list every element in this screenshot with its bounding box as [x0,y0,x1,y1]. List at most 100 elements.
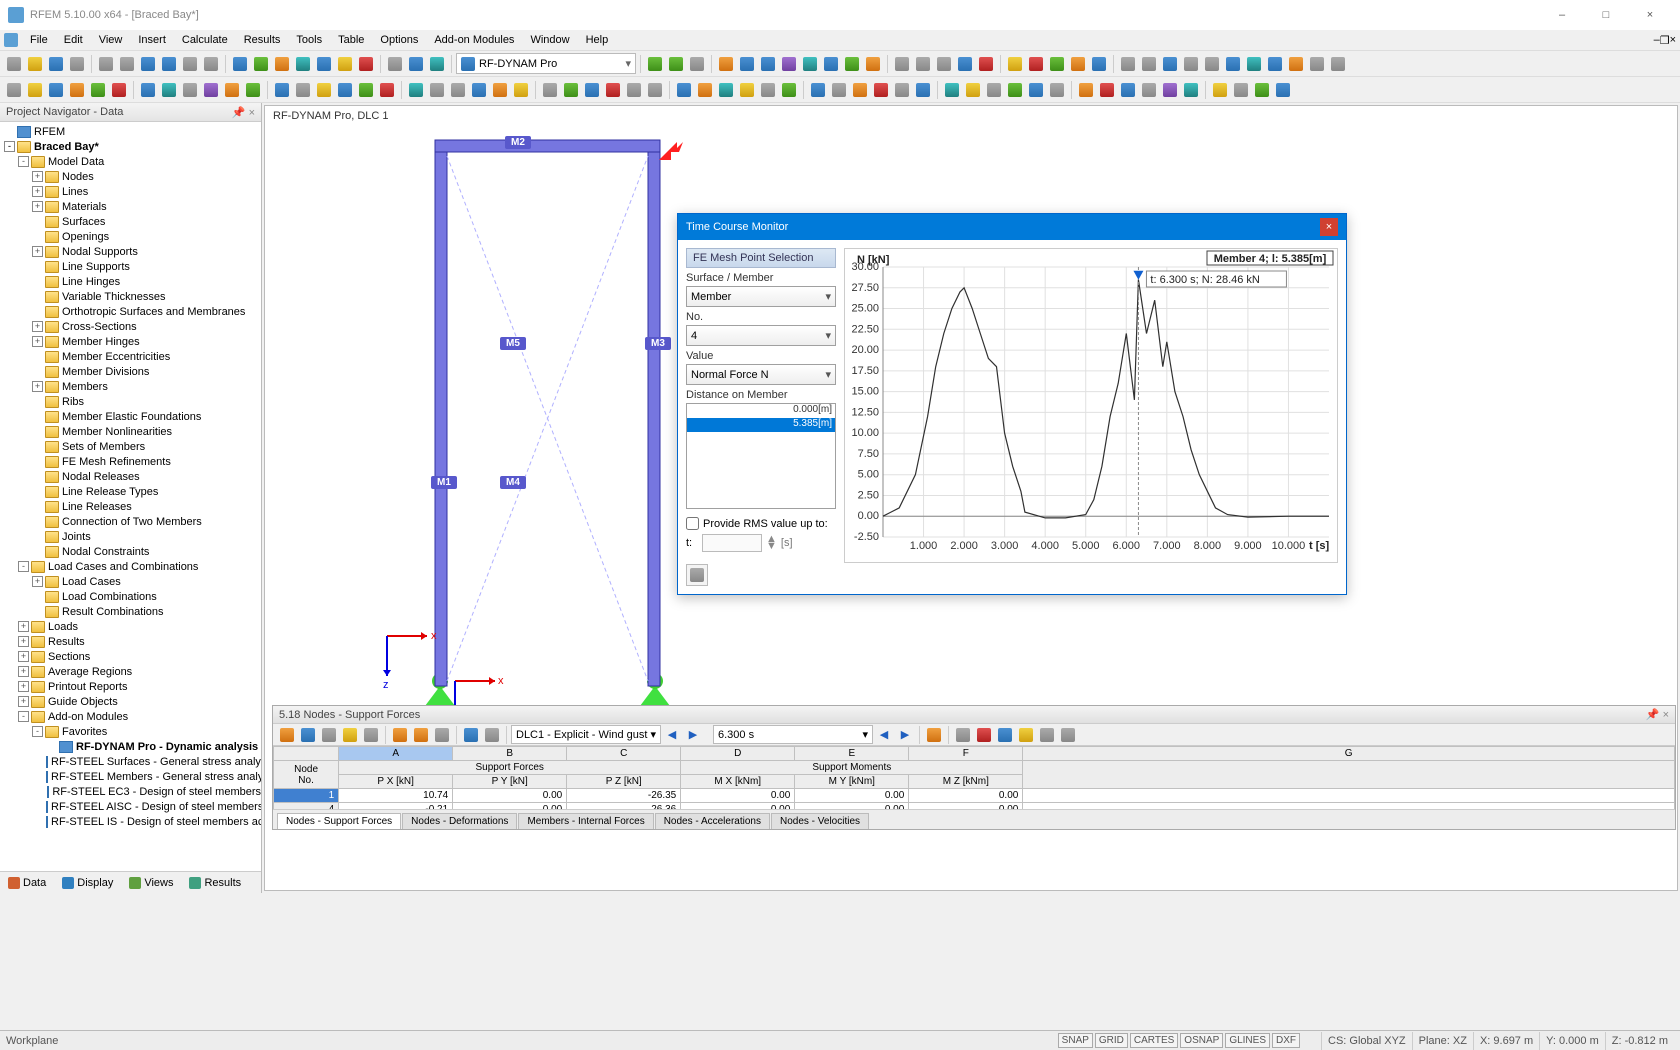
tb2-49-icon[interactable] [1097,80,1117,100]
tb2-13-icon[interactable] [293,80,313,100]
menu-view[interactable]: View [91,32,131,48]
v4-d-icon[interactable] [1181,54,1201,74]
value-combo[interactable]: Normal Force N▾ [686,364,836,385]
tree-load-2[interactable]: Result Combinations [0,604,261,619]
tt-1-icon[interactable] [277,725,297,745]
tb2-24-icon[interactable] [540,80,560,100]
no-combo[interactable]: 4▾ [686,325,836,346]
tb2-8-icon[interactable] [180,80,200,100]
minimize-button[interactable]: – [1540,1,1584,29]
surface-member-combo[interactable]: Member▾ [686,286,836,307]
menu-calculate[interactable]: Calculate [174,32,236,48]
tree-md-8[interactable]: Variable Thicknesses [0,289,261,304]
v3-c-icon[interactable] [1047,54,1067,74]
tree-md-21[interactable]: Line Release Types [0,484,261,499]
close-button[interactable]: × [1628,1,1672,29]
tb2-15-icon[interactable] [335,80,355,100]
prev-time-icon[interactable]: ◀ [874,725,894,745]
tree-model[interactable]: -Braced Bay* [0,139,261,154]
v3-b-icon[interactable] [1026,54,1046,74]
v4-j-icon[interactable] [1307,54,1327,74]
tree-md-11[interactable]: +Member Hinges [0,334,261,349]
v3-a-icon[interactable] [1005,54,1025,74]
table-pin-icon[interactable]: 📌 × [1646,708,1669,721]
tb2-22-icon[interactable] [490,80,510,100]
tb2-20-icon[interactable] [448,80,468,100]
open-icon[interactable] [25,54,45,74]
arrow-l-icon[interactable] [645,54,665,74]
v4-f-icon[interactable] [1223,54,1243,74]
tb2-36-icon[interactable] [808,80,828,100]
table-tab-3[interactable]: Nodes - Accelerations [655,813,770,829]
tb2-32-icon[interactable] [716,80,736,100]
menu-help[interactable]: Help [578,32,617,48]
pin-icon[interactable]: 📌 × [232,106,255,119]
tree-md-17[interactable]: Member Nonlinearities [0,424,261,439]
menu-insert[interactable]: Insert [130,32,174,48]
menu-window[interactable]: Window [522,32,577,48]
tree-load-1[interactable]: Load Combinations [0,589,261,604]
tt-4-icon[interactable] [340,725,360,745]
doc1-icon[interactable] [180,54,200,74]
tt-a-icon[interactable] [953,725,973,745]
tb2-39-icon[interactable] [871,80,891,100]
tree-md-24[interactable]: Joints [0,529,261,544]
mdi-restore-button[interactable]: ❐ [1660,34,1670,47]
tree-extra-5[interactable]: +Guide Objects [0,694,261,709]
tree-md-7[interactable]: Line Hinges [0,274,261,289]
tb2-33-icon[interactable] [737,80,757,100]
tree-md-22[interactable]: Line Releases [0,499,261,514]
tree-md-9[interactable]: Orthotropic Surfaces and Membranes [0,304,261,319]
distance-list[interactable]: 0.000[m] 5.385[m] [686,403,836,509]
tt-d-icon[interactable] [1016,725,1036,745]
tt-3-icon[interactable] [319,725,339,745]
doc2-icon[interactable] [201,54,221,74]
tree-md-14[interactable]: +Members [0,379,261,394]
tb2-25-icon[interactable] [561,80,581,100]
menu-table[interactable]: Table [330,32,372,48]
table-icon[interactable] [406,54,426,74]
tb2-14-icon[interactable] [314,80,334,100]
tb2-42-icon[interactable] [942,80,962,100]
menu-file[interactable]: File [22,32,56,48]
view-f-icon[interactable] [821,54,841,74]
mdi-close-button[interactable]: × [1670,34,1676,46]
tree-md-3[interactable]: Surfaces [0,214,261,229]
next-time-icon[interactable]: ▶ [895,725,915,745]
tb2-7-icon[interactable] [159,80,179,100]
tb2-55-icon[interactable] [1231,80,1251,100]
v4-c-icon[interactable] [1160,54,1180,74]
v4-h-icon[interactable] [1265,54,1285,74]
v4-e-icon[interactable] [1202,54,1222,74]
dialog-close-button[interactable]: × [1320,218,1338,236]
tb2-6-icon[interactable] [138,80,158,100]
tb2-2-icon[interactable] [46,80,66,100]
view-e-icon[interactable] [800,54,820,74]
tree-md-12[interactable]: Member Eccentricities [0,349,261,364]
v2-e-icon[interactable] [976,54,996,74]
tb2-10-icon[interactable] [222,80,242,100]
arrow-r-icon[interactable] [666,54,686,74]
tb2-45-icon[interactable] [1005,80,1025,100]
tb2-5-icon[interactable] [109,80,129,100]
tb2-3-icon[interactable] [67,80,87,100]
distance-item-1[interactable]: 5.385[m] [687,418,835,432]
table-tab-1[interactable]: Nodes - Deformations [402,813,517,829]
tree-md-16[interactable]: Member Elastic Foundations [0,409,261,424]
tb2-9-icon[interactable] [201,80,221,100]
status-osnap[interactable]: OSNAP [1180,1033,1223,1048]
module-combo[interactable]: RF-DYNAM Pro ▾ [456,53,636,74]
tb2-34-icon[interactable] [758,80,778,100]
nav-tab-display[interactable]: Display [58,875,117,891]
tt-flag-icon[interactable] [924,725,944,745]
v2-b-icon[interactable] [913,54,933,74]
v4-k-icon[interactable] [1328,54,1348,74]
tb2-38-icon[interactable] [850,80,870,100]
tt-10-icon[interactable] [482,725,502,745]
cut-icon[interactable] [96,54,116,74]
tool-a-icon[interactable] [230,54,250,74]
tt-8-icon[interactable] [432,725,452,745]
result-table-grid[interactable]: ABCDEFGNodeNo.Support ForcesSupport Mome… [273,746,1675,809]
next-lc-icon[interactable]: ▶ [683,725,703,745]
status-glines[interactable]: GLINES [1225,1033,1270,1048]
